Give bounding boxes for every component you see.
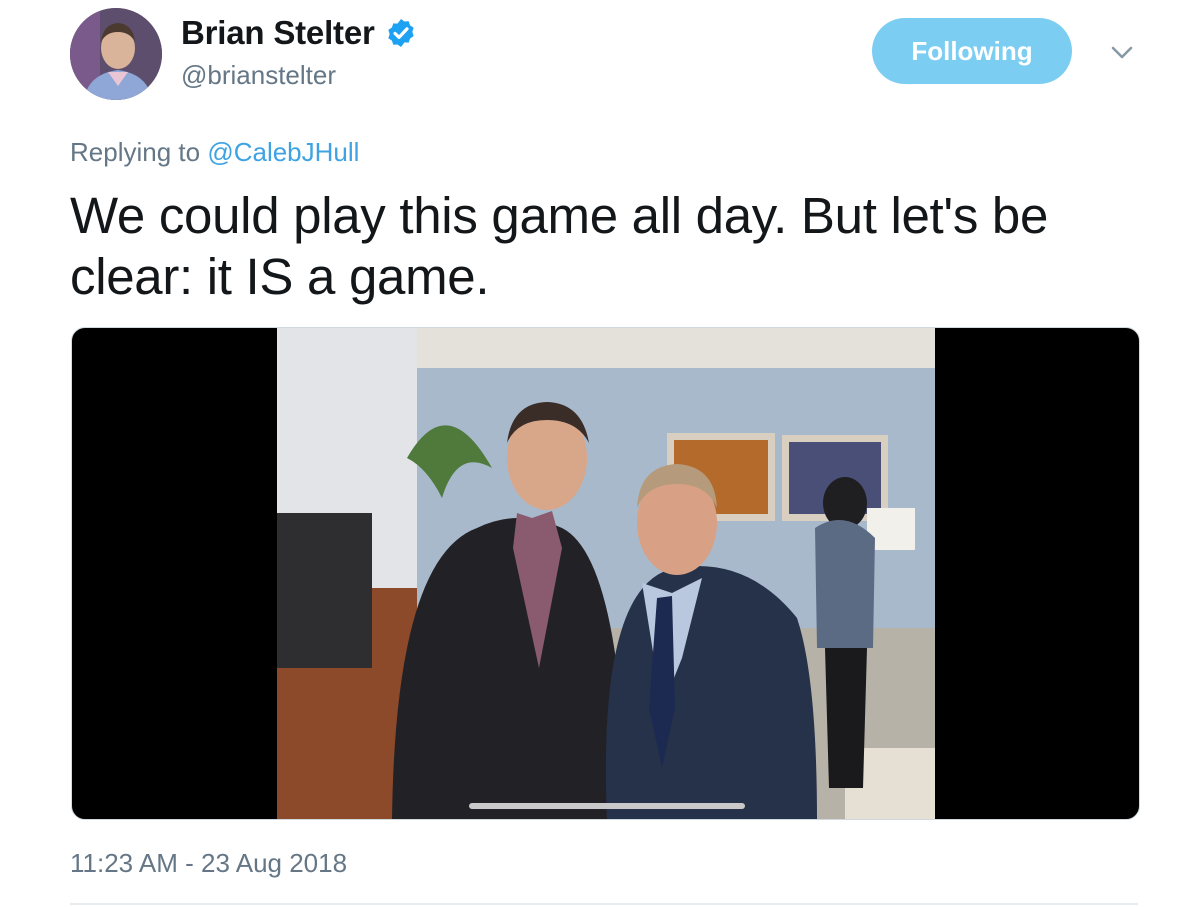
- avatar-photo: [70, 8, 162, 100]
- author-name-row: Brian Stelter: [181, 14, 417, 52]
- chevron-down-icon[interactable]: [1108, 38, 1136, 66]
- replying-to: Replying to @CalebJHull: [70, 137, 359, 168]
- reply-mention-link[interactable]: @CalebJHull: [207, 137, 359, 167]
- author-handle[interactable]: @brianstelter: [181, 60, 336, 91]
- author-display-name[interactable]: Brian Stelter: [181, 14, 375, 52]
- verified-badge-icon: [387, 19, 414, 47]
- avatar[interactable]: [70, 8, 162, 100]
- media-scrubber[interactable]: [469, 803, 745, 809]
- replying-to-prefix: Replying to: [70, 137, 208, 167]
- divider: [70, 903, 1138, 905]
- tweet-text: We could play this game all day. But let…: [70, 187, 1049, 305]
- following-button[interactable]: Following: [872, 18, 1072, 84]
- tweet-timestamp[interactable]: 11:23 AM - 23 Aug 2018: [70, 848, 347, 879]
- tweet-media[interactable]: [71, 327, 1140, 820]
- tweet-photo: [277, 328, 935, 819]
